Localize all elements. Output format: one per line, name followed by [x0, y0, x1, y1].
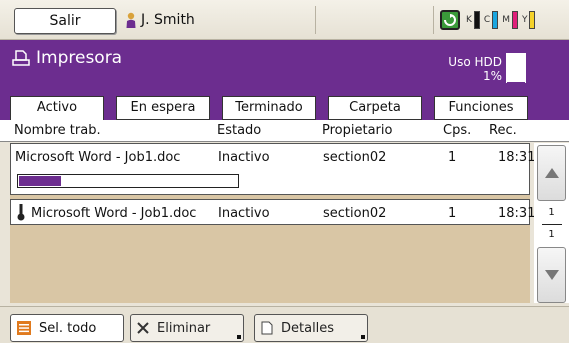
close-icon — [137, 322, 149, 334]
triangle-down-icon — [544, 270, 559, 280]
toner-y-label: Y — [521, 15, 528, 25]
menu-corner-indicator — [237, 335, 241, 339]
page-total: 1 — [548, 229, 555, 240]
job-row[interactable]: Microsoft Word - Job1.doc Inactivo secti… — [10, 143, 535, 195]
col-name: Nombre trab. — [14, 123, 101, 138]
delete-button[interactable]: Eliminar — [130, 314, 244, 342]
tab-folder[interactable]: Carpeta — [328, 96, 422, 120]
scroll-up-button[interactable] — [537, 145, 566, 201]
details-label: Detalles — [281, 320, 335, 336]
tab-bar: Activo En espera Terminado Carpeta Funci… — [0, 96, 569, 122]
page-divider — [542, 224, 562, 225]
toner-c-bar — [492, 11, 499, 29]
toner-k-label: K — [466, 15, 472, 25]
document-icon — [261, 321, 273, 335]
col-owner: Propietario — [322, 123, 393, 138]
job-name: Microsoft Word - Job1.doc — [15, 150, 181, 165]
job-status: Inactivo — [218, 150, 270, 165]
user-name: J. Smith — [141, 12, 195, 28]
column-headers: Nombre trab. Estado Propietario Cps. Rec… — [0, 120, 569, 142]
toner-y: Y — [522, 11, 536, 29]
scroll-panel: 1 1 — [534, 143, 569, 303]
col-copies: Cps. — [443, 123, 472, 138]
menu-corner-indicator — [361, 335, 365, 339]
col-status: Estado — [217, 123, 262, 138]
job-copies: 1 — [448, 150, 457, 165]
page-current: 1 — [548, 207, 555, 218]
recycle-icon — [440, 10, 460, 30]
job-progress-bar — [17, 174, 239, 188]
user-icon — [126, 12, 136, 28]
job-received: 18:31 — [498, 150, 536, 165]
scroll-down-button[interactable] — [537, 247, 566, 303]
toner-m-label: M — [502, 15, 510, 25]
toner-status: K C M Y — [440, 6, 539, 34]
toner-c: C — [483, 11, 499, 29]
job-row[interactable]: Microsoft Word - Job1.doc Inactivo secti… — [10, 199, 535, 225]
thermometer-icon — [17, 204, 25, 221]
delete-label: Eliminar — [157, 320, 211, 336]
page-title: Impresora — [12, 48, 122, 68]
details-button[interactable]: Detalles — [254, 314, 368, 342]
user-info: J. Smith — [126, 9, 195, 31]
job-list: Microsoft Word - Job1.doc Inactivo secti… — [10, 143, 535, 303]
bottom-toolbar: Sel. todo Eliminar Detalles — [0, 306, 569, 343]
printer-icon — [12, 50, 30, 66]
tab-active[interactable]: Activo — [10, 96, 104, 122]
divider — [315, 6, 316, 34]
tab-waiting[interactable]: En espera — [116, 96, 210, 120]
job-owner: section02 — [323, 150, 387, 165]
hdd-label: Uso HDD — [448, 55, 502, 69]
job-name: Microsoft Word - Job1.doc — [31, 206, 197, 221]
select-all-button[interactable]: Sel. todo — [10, 314, 124, 342]
hdd-value: 1% — [482, 69, 502, 83]
divider — [433, 6, 434, 34]
tab-functions[interactable]: Funciones — [434, 96, 528, 120]
toner-k: K — [466, 11, 480, 29]
page-title-text: Impresora — [36, 48, 123, 68]
tab-finished[interactable]: Terminado — [222, 96, 316, 120]
toner-c-label: C — [483, 15, 491, 25]
toner-m-bar — [511, 11, 518, 29]
toner-m: M — [502, 11, 518, 29]
job-status: Inactivo — [218, 206, 270, 221]
job-received: 18:31 — [498, 206, 536, 221]
hdd-gauge — [506, 53, 526, 83]
job-owner: section02 — [323, 206, 387, 221]
toner-y-bar — [529, 11, 536, 29]
col-received: Rec. — [489, 123, 517, 138]
job-copies: 1 — [448, 206, 457, 221]
hdd-usage: Uso HDD 1% — [440, 55, 502, 83]
select-all-label: Sel. todo — [39, 320, 97, 336]
logout-button[interactable]: Salir — [14, 8, 116, 34]
triangle-up-icon — [544, 168, 559, 178]
job-progress-fill — [18, 175, 62, 187]
top-status-bar: Salir J. Smith K C M Y — [0, 0, 569, 40]
toner-k-bar — [473, 11, 480, 29]
list-icon — [17, 321, 31, 335]
